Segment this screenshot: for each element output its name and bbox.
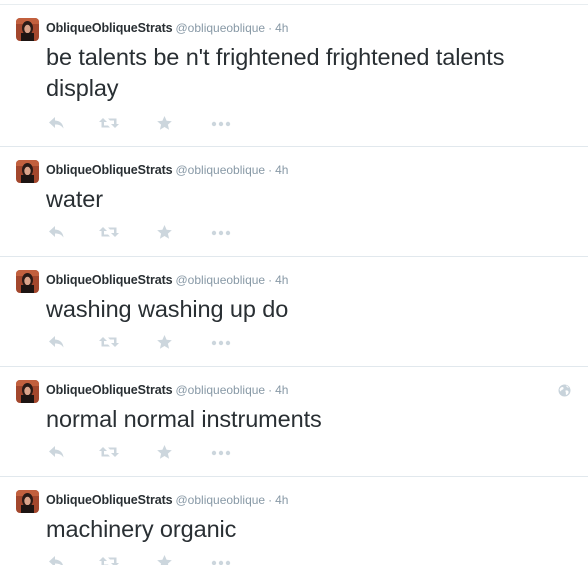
fullname[interactable]: ObliqueObliqueStrats bbox=[46, 21, 173, 35]
tweet[interactable]: ObliqueObliqueStrats @obliqueoblique · 4h n… bbox=[0, 366, 588, 476]
username[interactable]: @obliqueoblique bbox=[176, 163, 266, 177]
tweet-text: be talents be n't frightened frightened … bbox=[46, 44, 505, 101]
favorite-icon[interactable] bbox=[156, 444, 173, 460]
avatar[interactable] bbox=[16, 490, 39, 513]
reply-icon[interactable] bbox=[48, 224, 65, 240]
favorite-icon[interactable] bbox=[156, 224, 173, 240]
fullname[interactable]: ObliqueObliqueStrats bbox=[46, 273, 173, 287]
tweet[interactable]: ObliqueObliqueStrats @obliqueoblique · 4h w… bbox=[0, 256, 588, 366]
tweet-header: ObliqueObliqueStrats @obliqueoblique · 4h bbox=[46, 19, 288, 37]
separator: · bbox=[268, 383, 273, 397]
avatar[interactable] bbox=[16, 160, 39, 183]
tweet[interactable]: ObliqueObliqueStrats @obliqueoblique · 4h b… bbox=[0, 4, 588, 146]
separator: · bbox=[268, 21, 273, 35]
username[interactable]: @obliqueoblique bbox=[176, 273, 266, 287]
timeline: ObliqueObliqueStrats @obliqueoblique · 4h b… bbox=[0, 0, 588, 565]
avatar[interactable] bbox=[16, 380, 39, 403]
tweet-header: ObliqueObliqueStrats @obliqueoblique · 4h bbox=[46, 491, 288, 509]
tweet-text: washing washing up do bbox=[46, 296, 289, 322]
username[interactable]: @obliqueoblique bbox=[176, 383, 266, 397]
retweet-icon[interactable] bbox=[98, 115, 120, 131]
tweet[interactable]: ObliqueObliqueStrats @obliqueoblique · 4h w… bbox=[0, 146, 588, 256]
reply-icon[interactable] bbox=[48, 115, 65, 131]
fullname[interactable]: ObliqueObliqueStrats bbox=[46, 163, 173, 177]
fullname[interactable]: ObliqueObliqueStrats bbox=[46, 383, 173, 397]
timestamp[interactable]: 4h bbox=[275, 21, 288, 35]
retweet-icon[interactable] bbox=[98, 444, 120, 460]
username[interactable]: @obliqueoblique bbox=[176, 21, 266, 35]
more-icon[interactable] bbox=[210, 554, 232, 565]
timestamp[interactable]: 4h bbox=[275, 383, 288, 397]
more-icon[interactable] bbox=[210, 444, 232, 460]
avatar[interactable] bbox=[16, 270, 39, 293]
favorite-icon[interactable] bbox=[156, 554, 173, 565]
reply-icon[interactable] bbox=[48, 444, 65, 460]
tweet-header: ObliqueObliqueStrats @obliqueoblique · 4h bbox=[46, 161, 288, 179]
tweet-header: ObliqueObliqueStrats @obliqueoblique · 4h bbox=[46, 381, 288, 399]
favorite-icon[interactable] bbox=[156, 334, 173, 350]
more-icon[interactable] bbox=[210, 115, 232, 131]
tweet-text: water bbox=[46, 186, 103, 212]
tweet-header: ObliqueObliqueStrats @obliqueoblique · 4h bbox=[46, 271, 288, 289]
retweet-icon[interactable] bbox=[98, 224, 120, 240]
username[interactable]: @obliqueoblique bbox=[176, 493, 266, 507]
retweet-icon[interactable] bbox=[98, 554, 120, 565]
reply-icon[interactable] bbox=[48, 554, 65, 565]
avatar[interactable] bbox=[16, 18, 39, 41]
tweet-text: normal normal instruments bbox=[46, 406, 322, 432]
fullname[interactable]: ObliqueObliqueStrats bbox=[46, 493, 173, 507]
tweet-text: machinery organic bbox=[46, 516, 237, 542]
timestamp[interactable]: 4h bbox=[275, 163, 288, 177]
favorite-icon[interactable] bbox=[156, 115, 173, 131]
globe-icon[interactable] bbox=[558, 384, 571, 397]
separator: · bbox=[268, 163, 273, 177]
separator: · bbox=[268, 273, 273, 287]
timestamp[interactable]: 4h bbox=[275, 273, 288, 287]
tweet[interactable]: ObliqueObliqueStrats @obliqueoblique · 4h m… bbox=[0, 476, 588, 565]
reply-icon[interactable] bbox=[48, 334, 65, 350]
more-icon[interactable] bbox=[210, 224, 232, 240]
timestamp[interactable]: 4h bbox=[275, 493, 288, 507]
retweet-icon[interactable] bbox=[98, 334, 120, 350]
more-icon[interactable] bbox=[210, 334, 232, 350]
separator: · bbox=[268, 493, 273, 507]
